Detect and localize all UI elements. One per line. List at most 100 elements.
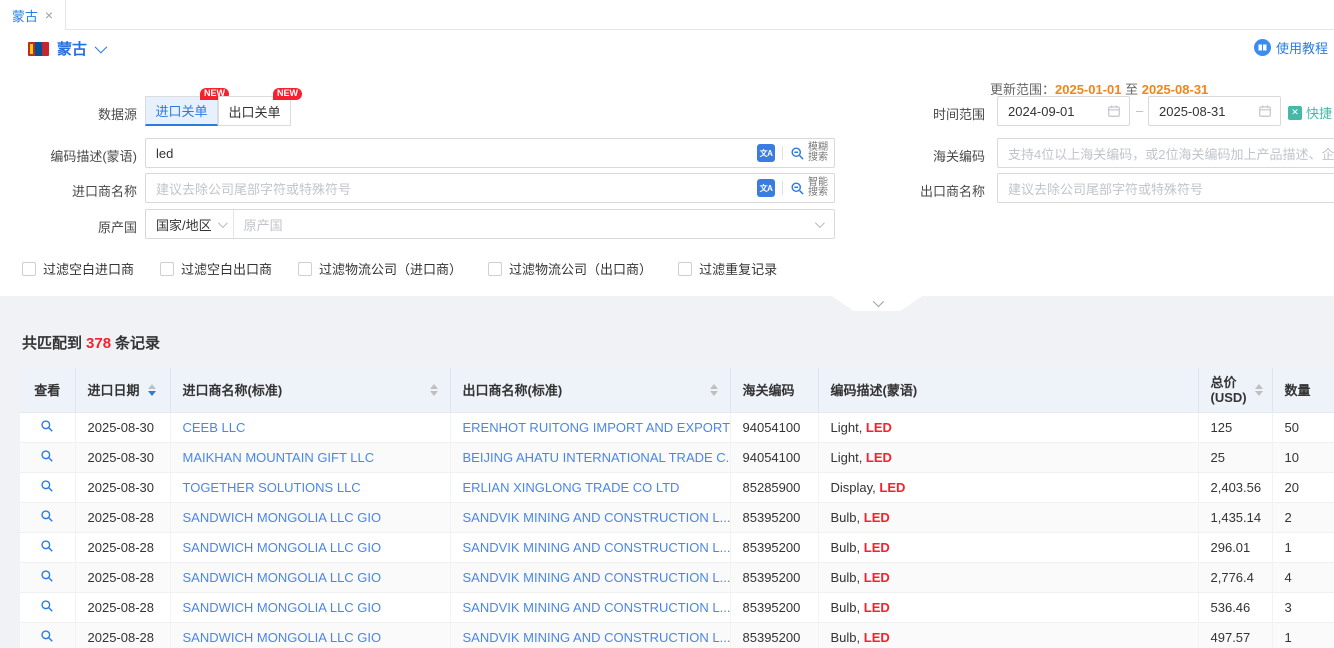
results-table-wrap: 查看 进口日期 进口商名称(标准) 出口商名称(标准) 海关编码 编码描述(蒙语… xyxy=(20,368,1334,648)
table-row: 2025-08-28 SANDWICH MONGOLIA LLC GIO SAN… xyxy=(20,532,1334,562)
exporter-link[interactable]: SANDVIK MINING AND CONSTRUCTION L... xyxy=(463,510,731,525)
col-total[interactable]: 总价(USD) xyxy=(1198,368,1272,412)
tab-export-declarations[interactable]: 出口关单 NEW xyxy=(218,96,291,126)
fuzzy-search-label[interactable]: 模糊 搜索 xyxy=(808,143,828,163)
cell-total: 2,403.56 xyxy=(1198,472,1272,502)
fuzzy-search-icon[interactable] xyxy=(790,146,805,161)
tab-mongolia[interactable]: 蒙古 × xyxy=(0,0,66,30)
table-row: 2025-08-30 MAIKHAN MOUNTAIN GIFT LLC BEI… xyxy=(20,442,1334,472)
cell-total: 536.46 xyxy=(1198,592,1272,622)
exporter-link[interactable]: ERLIAN XINGLONG TRADE CO LTD xyxy=(463,480,680,495)
cell-hs-code: 85395200 xyxy=(730,592,818,622)
checkbox-icon[interactable] xyxy=(488,262,502,276)
view-record-button[interactable] xyxy=(40,419,54,433)
exporter-link[interactable]: SANDVIK MINING AND CONSTRUCTION L... xyxy=(463,540,731,555)
view-record-button[interactable] xyxy=(40,479,54,493)
exporter-link[interactable]: SANDVIK MINING AND CONSTRUCTION L... xyxy=(463,570,731,585)
view-record-button[interactable] xyxy=(40,629,54,643)
exporter-link[interactable]: BEIJING AHATU INTERNATIONAL TRADE C... xyxy=(463,450,731,465)
checkbox-filter-duplicates[interactable]: 过滤重复记录 xyxy=(678,259,777,278)
hs-code-input[interactable]: 支持4位以上海关编码，或2位海关编码加上产品描述、企业名称 xyxy=(997,138,1334,168)
checkbox-filter-logistics-importer[interactable]: 过滤物流公司（进口商） xyxy=(298,259,462,278)
smart-search-label[interactable]: 智能 搜索 xyxy=(808,178,828,198)
tab-bar: 蒙古 × xyxy=(0,0,1334,30)
desc-highlight: LED xyxy=(864,570,890,585)
cell-total: 25 xyxy=(1198,442,1272,472)
cell-import-date: 2025-08-28 xyxy=(75,622,170,648)
col-import-date-label: 进口日期 xyxy=(88,380,140,399)
col-import-date[interactable]: 进口日期 xyxy=(75,368,170,412)
sort-icon[interactable] xyxy=(710,384,718,396)
origin-region-select[interactable]: 国家/地区 xyxy=(146,210,234,238)
hs-code-label: 海关编码 xyxy=(872,146,985,165)
tab-import-declarations[interactable]: 进口关单 NEW xyxy=(145,96,218,126)
checkbox-icon[interactable] xyxy=(22,262,36,276)
col-exporter[interactable]: 出口商名称(标准) xyxy=(450,368,730,412)
update-range-from: 2025-01-01 xyxy=(1055,82,1122,97)
importer-link[interactable]: SANDWICH MONGOLIA LLC GIO xyxy=(183,510,382,525)
view-record-button[interactable] xyxy=(40,569,54,583)
importer-link[interactable]: SANDWICH MONGOLIA LLC GIO xyxy=(183,570,382,585)
origin-region-value: 国家/地区 xyxy=(156,215,212,234)
checkbox-icon[interactable] xyxy=(678,262,692,276)
importer-link[interactable]: MAIKHAN MOUNTAIN GIFT LLC xyxy=(183,450,375,465)
start-date-input[interactable]: 2024-09-01 xyxy=(997,96,1130,126)
cell-qty: 10 xyxy=(1272,442,1334,472)
desc-highlight: LED xyxy=(864,510,890,525)
update-range-to-word: 至 xyxy=(1125,82,1138,97)
desc-text: Display, xyxy=(831,480,880,495)
cell-hs-code: 85395200 xyxy=(730,502,818,532)
table-row: 2025-08-30 CEEB LLC ERENHOT RUITONG IMPO… xyxy=(20,412,1334,442)
exporter-link[interactable]: SANDVIK MINING AND CONSTRUCTION L... xyxy=(463,630,731,645)
table-row: 2025-08-28 SANDWICH MONGOLIA LLC GIO SAN… xyxy=(20,502,1334,532)
smart-search-icon[interactable] xyxy=(790,181,805,196)
cell-total: 296.01 xyxy=(1198,532,1272,562)
importer-link[interactable]: SANDWICH MONGOLIA LLC GIO xyxy=(183,540,382,555)
filter-checkbox-row: 过滤空白进口商 过滤空白出口商 过滤物流公司（进口商） 过滤物流公司（出口商） … xyxy=(22,259,777,278)
desc-text: Bulb, xyxy=(831,630,864,645)
desc-highlight: LED xyxy=(866,420,892,435)
date-separator: – xyxy=(1136,103,1143,118)
importer-input[interactable]: 建议去除公司尾部字符或特殊符号 文A 智能 搜索 xyxy=(145,173,835,203)
results-prefix: 共匹配到 xyxy=(22,335,82,352)
close-icon[interactable]: × xyxy=(45,8,53,22)
checkbox-filter-blank-exporter[interactable]: 过滤空白出口商 xyxy=(160,259,272,278)
exporter-link[interactable]: ERENHOT RUITONG IMPORT AND EXPORT ... xyxy=(463,420,731,435)
cell-total: 497.57 xyxy=(1198,622,1272,648)
sort-icon[interactable] xyxy=(1255,384,1263,396)
exporter-input[interactable]: 建议去除公司尾部字符或特殊符号 xyxy=(997,173,1334,203)
translate-icon[interactable]: 文A xyxy=(757,144,775,162)
book-icon xyxy=(1254,39,1271,56)
exporter-link[interactable]: SANDVIK MINING AND CONSTRUCTION L... xyxy=(463,600,731,615)
cell-desc: Display, LED xyxy=(818,472,1198,502)
importer-filter-label: 进口商名称 xyxy=(0,181,137,200)
checkbox-filter-logistics-exporter[interactable]: 过滤物流公司（出口商） xyxy=(488,259,652,278)
end-date-input[interactable]: 2025-08-31 xyxy=(1148,96,1281,126)
view-record-button[interactable] xyxy=(40,599,54,613)
importer-link[interactable]: TOGETHER SOLUTIONS LLC xyxy=(183,480,361,495)
quick-select-button[interactable]: ✕ 快捷 xyxy=(1288,103,1332,122)
importer-link[interactable]: CEEB LLC xyxy=(183,420,246,435)
tab-label: 蒙古 xyxy=(12,6,38,25)
checkbox-label: 过滤空白进口商 xyxy=(43,259,134,278)
view-record-button[interactable] xyxy=(40,509,54,523)
checkbox-label: 过滤重复记录 xyxy=(699,259,777,278)
importer-link[interactable]: SANDWICH MONGOLIA LLC GIO xyxy=(183,630,382,645)
sort-icon[interactable] xyxy=(148,384,156,396)
country-selector[interactable]: 蒙古 xyxy=(28,38,104,59)
checkbox-filter-blank-importer[interactable]: 过滤空白进口商 xyxy=(22,259,134,278)
cell-import-date: 2025-08-28 xyxy=(75,502,170,532)
col-view: 查看 xyxy=(20,368,75,412)
code-desc-label: 编码描述(蒙语) xyxy=(0,146,137,165)
view-record-button[interactable] xyxy=(40,539,54,553)
importer-link[interactable]: SANDWICH MONGOLIA LLC GIO xyxy=(183,600,382,615)
translate-icon[interactable]: 文A xyxy=(757,179,775,197)
tutorial-link[interactable]: 使用教程 xyxy=(1254,38,1328,57)
checkbox-icon[interactable] xyxy=(298,262,312,276)
origin-select[interactable]: 国家/地区 原产国 xyxy=(145,209,835,239)
checkbox-icon[interactable] xyxy=(160,262,174,276)
col-importer[interactable]: 进口商名称(标准) xyxy=(170,368,450,412)
sort-icon[interactable] xyxy=(430,384,438,396)
view-record-button[interactable] xyxy=(40,449,54,463)
code-desc-input[interactable]: led 文A 模糊 搜索 xyxy=(145,138,835,168)
